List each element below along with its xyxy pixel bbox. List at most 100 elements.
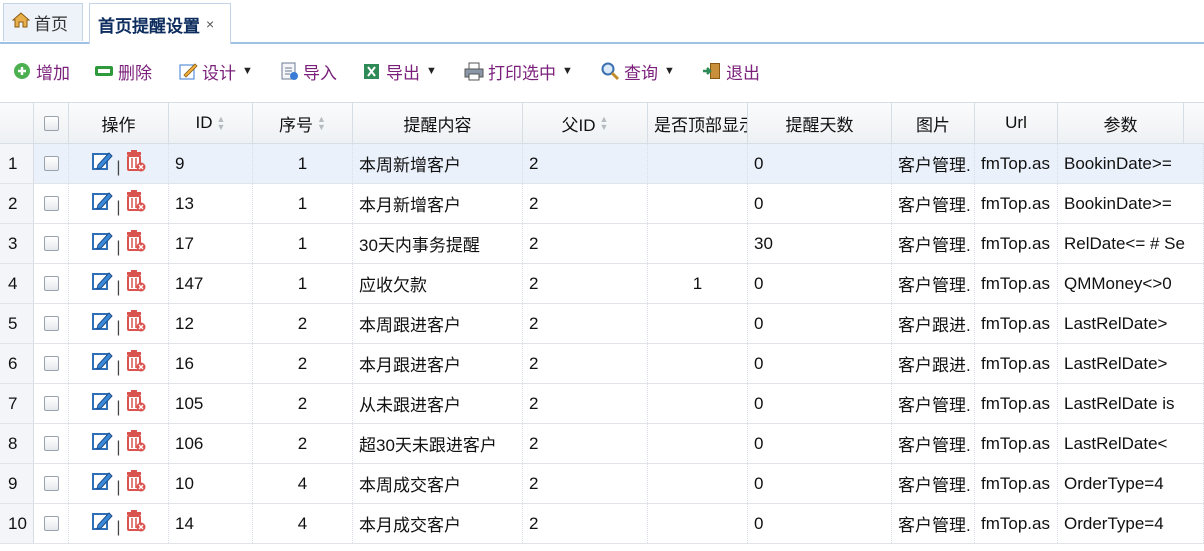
row-select[interactable] [34,184,69,223]
edit-icon[interactable] [91,390,114,417]
edit-icon[interactable] [91,350,114,377]
grid-header: 操作 ID ▲ ▼ 序号 ▲ ▼ 提醒内容 父ID ▲ ▼ 是否顶部显示 提醒天数 图片 U… [0,103,1204,144]
table-row[interactable]: 4 | 147 1 应收欠款 2 1 0 客户管理. fmTop.as QMMoney<>0 [0,264,1204,304]
row-select[interactable] [34,384,69,423]
exit-icon [702,61,722,81]
table-row[interactable]: 5 | 12 2 本周跟进客户 2 0 客户跟进. fmTop.as LastRelDate> [0,304,1204,344]
tab-home-label: 首页 [34,15,68,34]
cell-show-top [648,504,748,543]
row-actions: | [69,344,169,383]
edit-icon[interactable] [91,310,114,337]
separator: | [116,438,121,456]
cell-parent-id: 2 [523,144,648,183]
add-button[interactable]: 增加 [12,58,70,84]
row-checkbox[interactable] [43,436,59,451]
table-row[interactable]: 6 | 16 2 本月跟进客户 2 0 客户跟进. fmTop.as LastRelDate> [0,344,1204,384]
table-row[interactable]: 3 | 17 1 30天内事务提醒 2 30 客户管理. fmTop.as RelDate<= #… [0,224,1204,264]
trash-icon[interactable] [124,509,146,538]
delete-icon [94,61,114,81]
row-checkbox[interactable] [43,156,59,171]
row-select[interactable] [34,464,69,503]
tab-reminder-settings[interactable]: 首页提醒设置 × [89,3,231,44]
row-select[interactable] [34,304,69,343]
header-seq-label: 序号 [279,115,314,135]
cell-content: 本周跟进客户 [353,304,523,343]
table-row[interactable]: 9 | 10 4 本周成交客户 2 0 客户管理. fmTop.as OrderType=4 [0,464,1204,504]
cell-id: 9 [169,144,253,183]
trash-icon[interactable] [124,229,146,258]
row-select[interactable] [34,144,69,183]
edit-icon[interactable] [91,150,114,177]
edit-icon[interactable] [91,270,114,297]
query-button[interactable]: 查询 ▼ [600,58,675,84]
row-select[interactable] [34,224,69,263]
header-select-all[interactable] [34,103,69,143]
header-id[interactable]: ID ▲ ▼ [169,103,253,143]
cell-url: fmTop.as [975,144,1058,183]
delete-button[interactable]: 删除 [94,58,152,84]
chevron-down-icon: ▼ [242,65,253,77]
table-row[interactable]: 8 | 106 2 超30天未跟进客户 2 0 客户管理. fmTop.as LastRelDat… [0,424,1204,464]
row-number: 2 [0,184,34,223]
delete-button-label: 删除 [118,63,152,83]
cell-seq: 2 [253,304,353,343]
cell-parent-id: 2 [523,384,648,423]
design-button-label: 设计 [202,63,236,83]
edit-icon[interactable] [91,190,114,217]
row-checkbox[interactable] [43,276,59,291]
separator: | [116,158,121,176]
separator: | [116,238,121,256]
cell-parent-id: 2 [523,464,648,503]
edit-icon[interactable] [91,230,114,257]
trash-icon[interactable] [124,429,146,458]
row-checkbox[interactable] [43,516,59,531]
trash-icon[interactable] [124,189,146,218]
home-icon [11,12,31,33]
table-row[interactable]: 10 | 14 4 本月成交客户 2 0 客户管理. fmTop.as OrderType=4 [0,504,1204,544]
row-number: 3 [0,224,34,263]
import-button[interactable]: 导入 [279,58,337,84]
edit-icon[interactable] [91,510,114,537]
edit-icon[interactable] [91,430,114,457]
edit-icon[interactable] [91,470,114,497]
row-checkbox[interactable] [43,196,59,211]
toolbar: 增加 删除 设计 ▼ 导入 导出 ▼ 打印选中 ▼ 查询 ▼ 退出 [0,44,1204,100]
trash-icon[interactable] [124,309,146,338]
cell-param: RelDate<= # Se [1058,224,1204,263]
header-parent-id[interactable]: 父ID ▲ ▼ [523,103,648,143]
table-row[interactable]: 2 | 13 1 本月新增客户 2 0 客户管理. fmTop.as BookinDate>= [0,184,1204,224]
row-checkbox[interactable] [43,476,59,491]
design-button[interactable]: 设计 ▼ [178,58,253,84]
trash-icon[interactable] [124,269,146,298]
row-select[interactable] [34,344,69,383]
export-button[interactable]: 导出 ▼ [362,58,437,84]
row-select[interactable] [34,424,69,463]
data-grid: 操作 ID ▲ ▼ 序号 ▲ ▼ 提醒内容 父ID ▲ ▼ 是否顶部显示 提醒天数 图片 U… [0,102,1204,551]
select-all-checkbox[interactable] [43,115,59,131]
sort-icon: ▲ ▼ [599,114,609,132]
close-icon[interactable]: × [206,16,214,32]
row-select[interactable] [34,264,69,303]
cell-url: fmTop.as [975,264,1058,303]
cell-show-top [648,304,748,343]
header-days: 提醒天数 [748,103,892,143]
table-row[interactable]: 1 | 9 1 本周新增客户 2 0 客户管理. fmTop.as BookinDate>= [0,144,1204,184]
row-select[interactable] [34,504,69,543]
row-actions: | [69,464,169,503]
cell-content: 本月新增客户 [353,184,523,223]
trash-icon[interactable] [124,389,146,418]
tab-home[interactable]: 首页 [3,3,83,41]
trash-icon[interactable] [124,349,146,378]
trash-icon[interactable] [124,469,146,498]
cell-days: 30 [748,224,892,263]
trash-icon[interactable] [124,149,146,178]
header-seq[interactable]: 序号 ▲ ▼ [253,103,353,143]
exit-button[interactable]: 退出 [702,58,760,84]
row-checkbox[interactable] [43,236,59,251]
tab-reminder-settings-label: 首页提醒设置 [98,16,200,36]
row-checkbox[interactable] [43,396,59,411]
table-row[interactable]: 7 | 105 2 从未跟进客户 2 0 客户管理. fmTop.as LastRelDate i… [0,384,1204,424]
print-selected-button[interactable]: 打印选中 ▼ [464,58,573,84]
row-checkbox[interactable] [43,356,59,371]
row-checkbox[interactable] [43,316,59,331]
